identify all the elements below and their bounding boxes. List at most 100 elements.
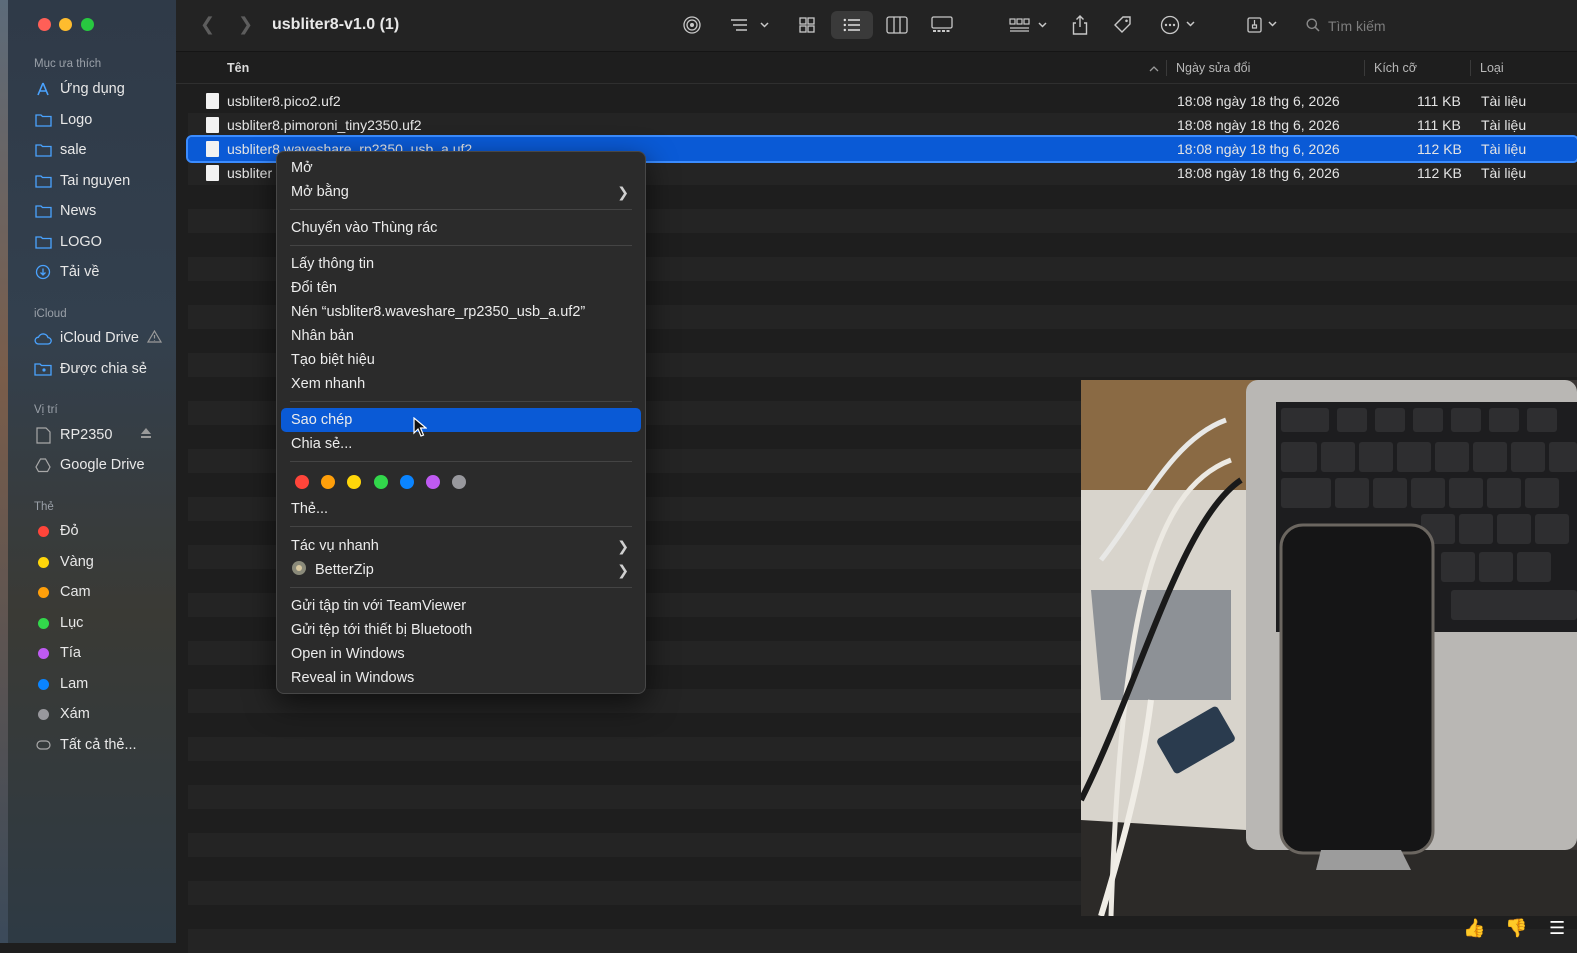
tag-green-dot[interactable] (374, 475, 388, 489)
webcam-photo (1081, 380, 1577, 916)
tag-icon[interactable] (1112, 14, 1134, 36)
menu-item-label: Nén “usbliter8.waveshare_rp2350_usb_a.uf… (291, 304, 586, 320)
close-button[interactable] (38, 18, 51, 31)
icon-view-icon[interactable] (796, 14, 818, 36)
sort-options-icon[interactable] (726, 14, 772, 36)
table-row[interactable]: usbliter8.pico2.uf2 18:08 ngày 18 thg 6,… (188, 89, 1577, 113)
menu-item-trash[interactable]: Chuyển vào Thùng rác (281, 216, 641, 240)
sidebar-item-tai-nguyen[interactable]: Tai nguyen (34, 169, 174, 193)
comment-icon[interactable]: ☰ (1549, 918, 1565, 939)
menu-item-quick-look[interactable]: Xem nhanh (281, 372, 641, 396)
archive-icon[interactable] (1246, 14, 1280, 36)
sidebar-item-icloud-drive[interactable]: iCloud Drive (34, 326, 174, 350)
sort-chevron-up-icon[interactable] (1149, 61, 1159, 75)
sidebar-item-label: Google Drive (60, 457, 145, 473)
sidebar-tag-gray[interactable]: Xám (34, 702, 174, 726)
tag-blue-dot[interactable] (400, 475, 414, 489)
column-divider[interactable] (1470, 60, 1471, 76)
menu-divider (290, 401, 632, 402)
tag-color-dot (37, 617, 49, 629)
sidebar-tag-red[interactable]: Đỏ (34, 519, 174, 543)
forward-chevron-icon[interactable]: ❯ (238, 14, 253, 35)
column-view-icon[interactable] (885, 14, 909, 36)
sidebar-item-label: Lục (60, 615, 84, 631)
menu-item-make-alias[interactable]: Tạo biệt hiệu (281, 348, 641, 372)
sidebar-item-logo-caps[interactable]: LOGO (34, 230, 174, 254)
sidebar-item-apps[interactable]: Ứng dụng (34, 77, 174, 101)
menu-item-get-info[interactable]: Lấy thông tin (281, 252, 641, 276)
menu-item-label: Mở (291, 160, 313, 176)
menu-item-open[interactable]: Mở (281, 156, 641, 180)
menu-item-open-in-windows[interactable]: Open in Windows (281, 642, 641, 666)
tag-red-dot[interactable] (295, 475, 309, 489)
menu-item-rename[interactable]: Đổi tên (281, 276, 641, 300)
menu-item-tags[interactable]: Thẻ... (281, 497, 641, 521)
column-name[interactable]: Tên (227, 61, 249, 75)
sidebar-item-label: Tía (60, 645, 81, 661)
share-icon[interactable] (1070, 14, 1090, 36)
airdrop-icon[interactable] (680, 14, 704, 36)
thumbs-up-icon[interactable]: 👍 (1463, 918, 1485, 939)
menu-item-label: Sao chép (291, 412, 353, 428)
file-kind: Tài liệu (1481, 93, 1527, 109)
list-view-icon[interactable] (831, 11, 873, 39)
back-chevron-icon[interactable]: ❮ (200, 14, 215, 35)
search-field[interactable]: Tìm kiếm (1298, 12, 1577, 40)
menu-item-duplicate[interactable]: Nhân bản (281, 324, 641, 348)
sidebar-tag-purple[interactable]: Tía (34, 641, 174, 665)
sidebar-item-label: Tải về (60, 264, 100, 280)
menu-item-label: Đổi tên (291, 280, 337, 296)
sidebar-item-google-drive[interactable]: Google Drive (34, 453, 174, 477)
menu-item-open-with[interactable]: Mở bằng ❯ (281, 180, 641, 204)
menu-item-quick-actions[interactable]: Tác vụ nhanh ❯ (281, 534, 641, 558)
column-divider[interactable] (1166, 60, 1167, 76)
table-row[interactable]: usbliter8.pimoroni_tiny2350.uf2 18:08 ng… (188, 113, 1577, 137)
column-kind[interactable]: Loại (1480, 61, 1504, 75)
sidebar-tag-green[interactable]: Lục (34, 611, 174, 635)
cloud-icon (34, 329, 52, 347)
gallery-view-icon[interactable] (930, 14, 954, 36)
menu-item-compress[interactable]: Nén “usbliter8.waveshare_rp2350_usb_a.uf… (281, 300, 641, 324)
thumbs-down-icon[interactable]: 👎 (1505, 918, 1527, 939)
folder-icon (34, 202, 52, 220)
column-divider[interactable] (1364, 60, 1365, 76)
chevron-right-icon: ❯ (617, 537, 629, 554)
sidebar-item-shared[interactable]: Được chia sẻ (34, 357, 174, 381)
tag-gray-dot[interactable] (452, 475, 466, 489)
more-actions-icon[interactable] (1160, 14, 1200, 36)
menu-divider (290, 461, 632, 462)
zoom-button[interactable] (81, 18, 94, 31)
webcam-overlay (1081, 380, 1577, 916)
group-options-icon[interactable] (1008, 14, 1050, 36)
file-date: 18:08 ngày 18 thg 6, 2026 (1177, 141, 1340, 157)
menu-item-copy[interactable]: Sao chép (281, 408, 641, 432)
menu-item-teamviewer[interactable]: Gửi tập tin với TeamViewer (281, 594, 641, 618)
sidebar-item-rp2350[interactable]: RP2350 (34, 423, 174, 447)
tag-yellow-dot[interactable] (347, 475, 361, 489)
sidebar-item-downloads[interactable]: Tải về (34, 260, 174, 284)
menu-item-betterzip[interactable]: BetterZip ❯ (281, 558, 641, 582)
minimize-button[interactable] (59, 18, 72, 31)
row-stripe (188, 929, 1577, 953)
sidebar-tag-orange[interactable]: Cam (34, 580, 174, 604)
folder-icon (34, 172, 52, 190)
tag-orange-dot[interactable] (321, 475, 335, 489)
menu-item-share[interactable]: Chia sẻ... (281, 432, 641, 456)
tag-color-dot (37, 708, 49, 720)
sidebar-all-tags[interactable]: Tất cả thẻ... (34, 733, 174, 757)
sidebar-item-label: RP2350 (60, 427, 113, 443)
sidebar-item-logo[interactable]: Logo (34, 108, 174, 132)
sidebar-item-news[interactable]: News (34, 199, 174, 223)
sidebar-item-label: Đỏ (60, 523, 79, 539)
sidebar-tag-yellow[interactable]: Vàng (34, 550, 174, 574)
column-size[interactable]: Kích cỡ (1374, 61, 1417, 75)
column-date[interactable]: Ngày sửa đổi (1176, 61, 1250, 75)
file-size: 111 KB (1417, 93, 1461, 109)
eject-icon[interactable] (140, 427, 152, 443)
sidebar-tag-blue[interactable]: Lam (34, 672, 174, 696)
tag-purple-dot[interactable] (426, 475, 440, 489)
menu-item-bluetooth[interactable]: Gửi tệp tới thiết bị Bluetooth (281, 618, 641, 642)
menu-item-reveal-in-windows[interactable]: Reveal in Windows (281, 666, 641, 690)
menu-item-label: Reveal in Windows (291, 670, 415, 686)
sidebar-item-sale[interactable]: sale (34, 138, 174, 162)
